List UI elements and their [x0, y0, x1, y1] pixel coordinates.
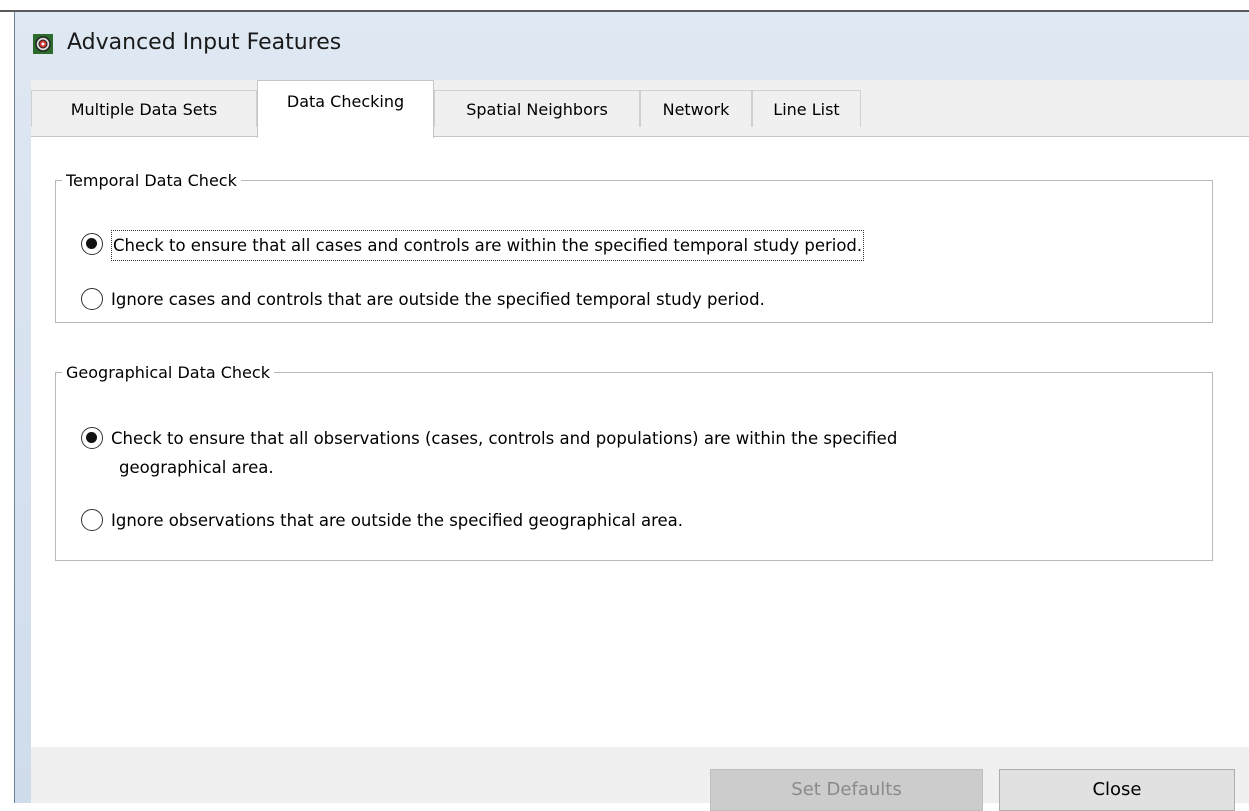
tab-spatial-neighbors[interactable]: Spatial Neighbors	[434, 90, 640, 127]
temporal-data-check-legend: Temporal Data Check	[66, 171, 237, 190]
geographical-ignore-radio[interactable]	[81, 509, 103, 531]
temporal-ignore-radio[interactable]	[81, 288, 103, 310]
temporal-check-radio[interactable]	[81, 233, 103, 255]
geographical-data-check-legend: Geographical Data Check	[66, 363, 270, 382]
set-defaults-button[interactable]: Set Defaults	[710, 769, 983, 811]
tab-strip: Multiple Data Sets Data Checking Spatial…	[31, 80, 1249, 138]
dialog-client-area: Multiple Data Sets Data Checking Spatial…	[31, 80, 1249, 811]
geographical-check-radio[interactable]	[81, 427, 103, 449]
data-checking-page: Temporal Data Check Check to ensure that…	[31, 136, 1249, 747]
tab-multiple-data-sets[interactable]: Multiple Data Sets	[31, 90, 257, 127]
geographical-check-label: Check to ensure that all observations (c…	[111, 424, 897, 482]
close-button[interactable]: Close	[999, 769, 1235, 811]
temporal-check-label: Check to ensure that all cases and contr…	[111, 230, 865, 261]
window-title: Advanced Input Features	[67, 30, 342, 55]
geographical-ignore-label: Ignore observations that are outside the…	[111, 511, 684, 530]
tab-data-checking[interactable]: Data Checking	[257, 80, 434, 138]
tab-line-list[interactable]: Line List	[752, 90, 861, 127]
geographical-ignore-option[interactable]: Ignore observations that are outside the…	[81, 506, 683, 535]
temporal-ignore-label: Ignore cases and controls that are outsi…	[111, 290, 765, 309]
geographical-check-option[interactable]: Check to ensure that all observations (c…	[81, 424, 897, 482]
temporal-ignore-option[interactable]: Ignore cases and controls that are outsi…	[81, 285, 765, 314]
geographical-check-label-line2: geographical area.	[119, 458, 274, 477]
temporal-check-option[interactable]: Check to ensure that all cases and contr…	[81, 230, 865, 261]
tab-network[interactable]: Network	[640, 90, 752, 127]
advanced-input-features-dialog: Advanced Input Features Multiple Data Se…	[14, 12, 1249, 811]
title-bar[interactable]: Advanced Input Features	[15, 12, 1249, 82]
globe-target-icon	[33, 34, 53, 54]
geographical-check-label-line1: Check to ensure that all observations (c…	[111, 429, 898, 448]
